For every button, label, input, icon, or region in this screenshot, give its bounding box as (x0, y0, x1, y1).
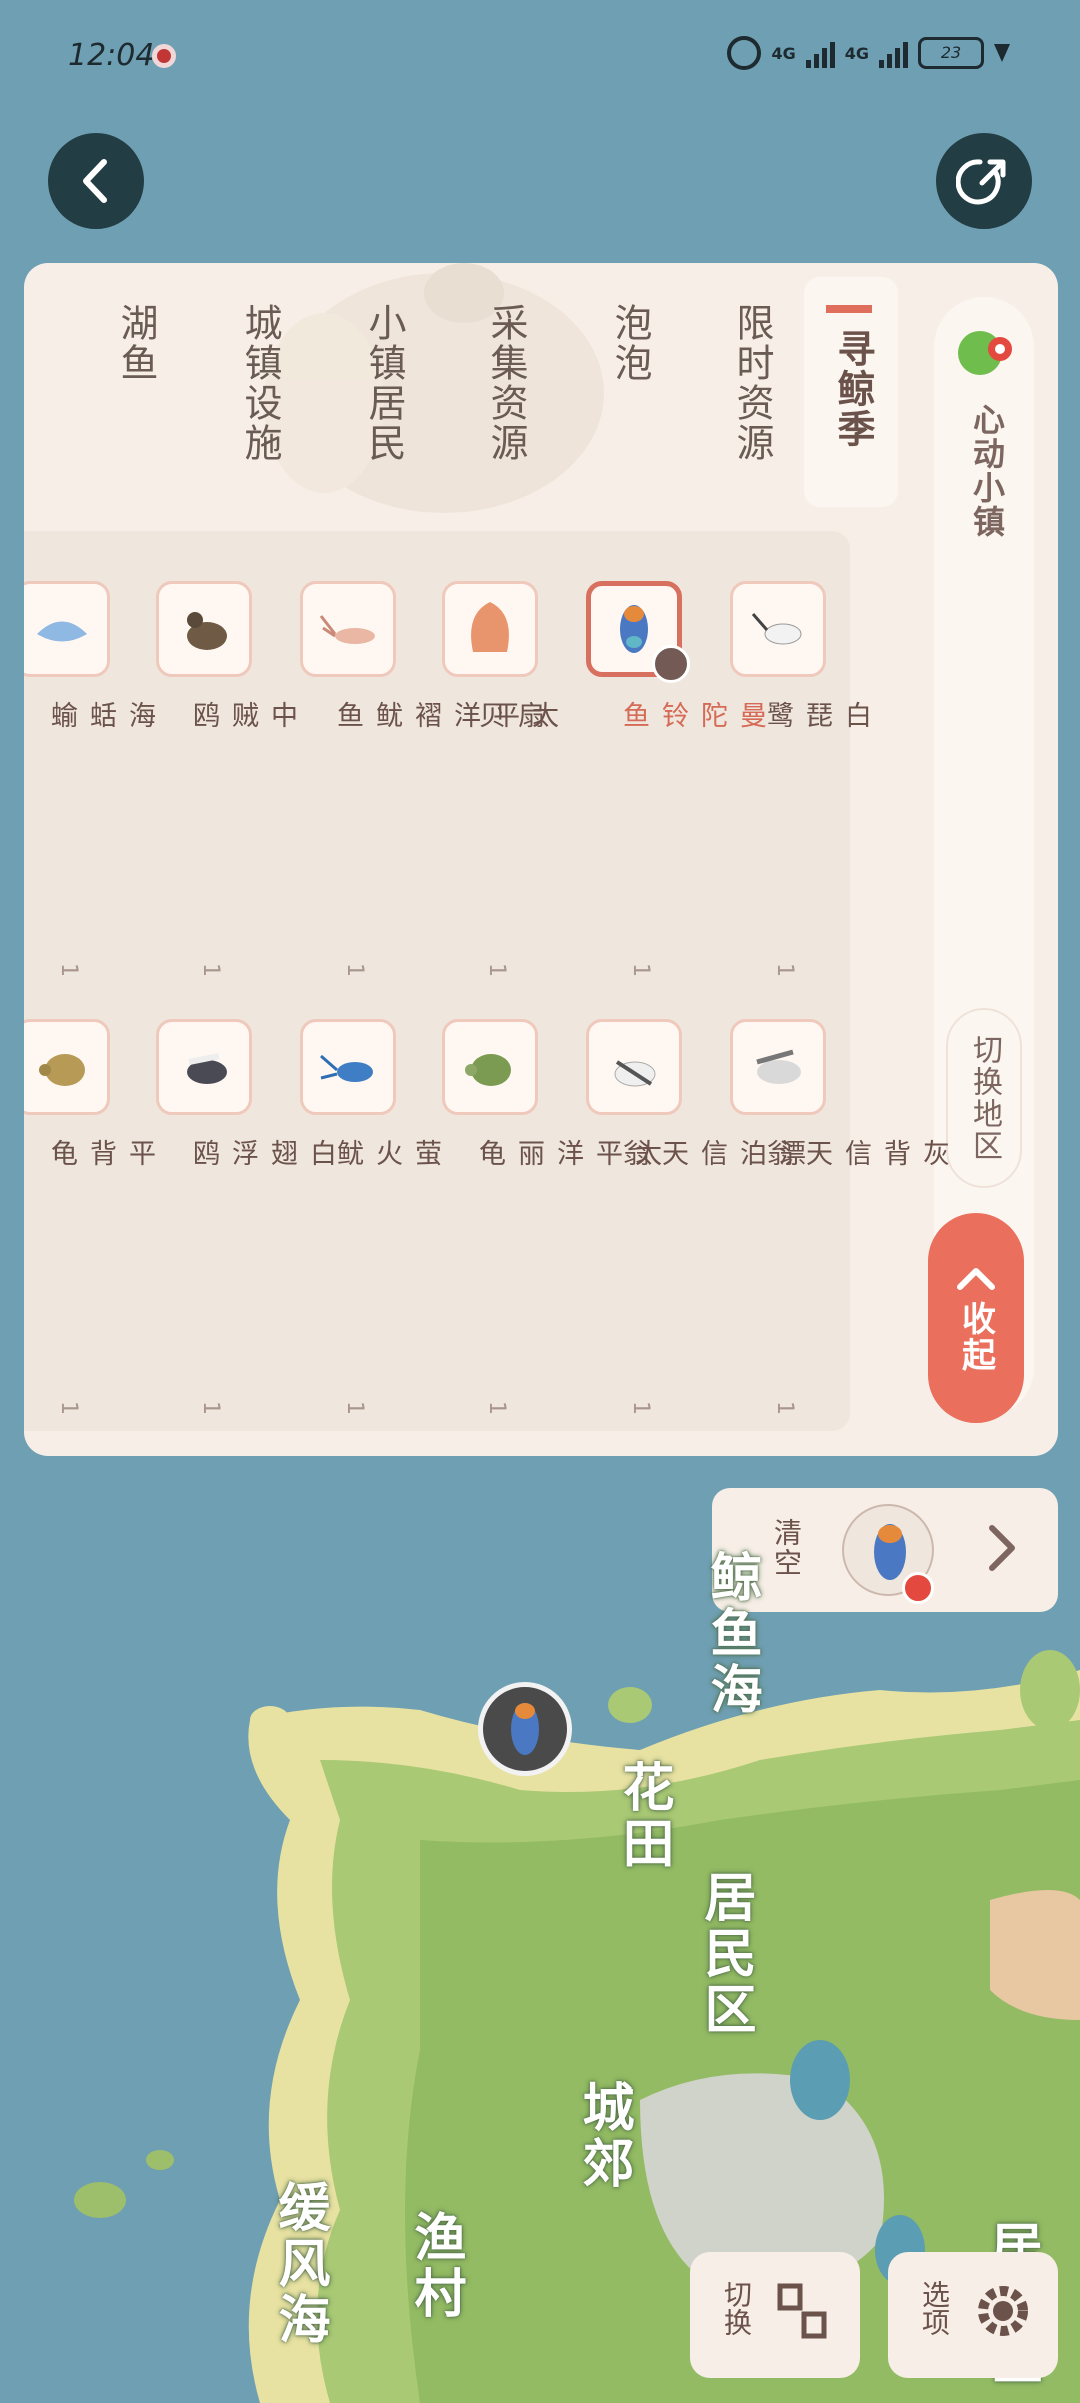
item-count: 1 (56, 1401, 81, 1417)
map-label-whale-sea: 鲸鱼海 (701, 1550, 761, 1718)
charging-icon (994, 44, 1010, 62)
category-tab-facilities[interactable]: 城镇设施 (208, 303, 288, 463)
options-button[interactable]: 选项 (888, 2252, 1058, 2378)
network-type-1: 4G (771, 43, 796, 63)
region-logo-icon (958, 331, 1012, 375)
category-label: 寻鲸季 (831, 329, 875, 449)
active-tab-indicator (826, 305, 872, 313)
clear-button[interactable]: 清空 (766, 1518, 806, 1578)
alert-badge-icon (902, 1572, 934, 1604)
chevron-left-icon (83, 159, 107, 203)
chevron-right-icon[interactable] (982, 1518, 1022, 1578)
chevron-up-icon (957, 1268, 995, 1290)
status-time: 12:04 (68, 38, 155, 73)
item-list: 白琵鹭 1 曼陀铃鱼 1 扇贝 1 太平洋褶鱿鱼 1 中贼鸥 1 海蛞蝓 1 灰… (24, 531, 949, 1431)
network-type-2: 4G (844, 43, 869, 63)
item-name: 海蛞蝓 (46, 701, 155, 730)
status-icons: 4G 4G 23 (727, 36, 1010, 70)
options-label: 选项 (918, 2280, 951, 2336)
switch-icon (777, 2283, 827, 2339)
flatback-turtle-thumbnail (24, 1019, 110, 1115)
item-count: 1 (56, 963, 81, 979)
map-marker-mandarinfish[interactable] (478, 1682, 572, 1776)
albatross-thumbnail (730, 1019, 826, 1115)
item-count: 1 (342, 963, 367, 979)
region-name: 心动小镇 (968, 403, 1006, 539)
export-icon (956, 159, 1006, 205)
item-count: 1 (628, 963, 653, 979)
map-label-residential: 居民区 (695, 1870, 755, 2038)
sea-slug-thumbnail (24, 581, 110, 677)
gear-icon (978, 2286, 1028, 2336)
item-count: 1 (198, 963, 223, 979)
item-count: 1 (342, 1401, 367, 1417)
item-name: 太平洋丽龟 (474, 1139, 661, 1168)
map-label-breeze-sea: 缓风海 (269, 2180, 329, 2348)
category-tab-gathering[interactable]: 采集资源 (454, 303, 534, 463)
item-name: 平背龟 (46, 1139, 155, 1168)
category-tab-limited[interactable]: 限时资源 (700, 303, 780, 463)
item-name: 曼陀铃鱼 (618, 701, 766, 730)
item-count: 1 (198, 1401, 223, 1417)
signal-icon (805, 38, 835, 68)
category-tab-bubbles[interactable]: 泡泡 (578, 303, 658, 383)
category-tab-whale-season[interactable]: 寻鲸季 (804, 277, 898, 507)
ridley-turtle-thumbnail (442, 1019, 538, 1115)
map-label-fishing-village: 渔村 (405, 2210, 465, 2322)
squid-thumbnail (300, 581, 396, 677)
check-icon (652, 645, 690, 683)
item-name: 白翅浮鸥 (188, 1139, 336, 1168)
scallop-thumbnail (442, 581, 538, 677)
switch-view-button[interactable]: 切换 (690, 2252, 860, 2378)
collapse-label: 收起 (955, 1301, 996, 1373)
notification-icon (152, 44, 176, 68)
item-count: 1 (484, 1401, 509, 1417)
status-bar: 12:04 4G 4G 23 (0, 0, 1080, 110)
item-name: 白琵鹭 (762, 701, 871, 730)
firefly-squid-thumbnail (300, 1019, 396, 1115)
category-tab-residents[interactable]: 小镇居民 (332, 303, 412, 463)
share-button[interactable] (936, 133, 1032, 229)
back-button[interactable] (48, 133, 144, 229)
switch-label: 切换 (720, 2280, 753, 2336)
item-name: 萤火鱿 (332, 1139, 441, 1168)
alarm-icon (727, 36, 762, 70)
item-count: 1 (772, 1401, 797, 1417)
tern-thumbnail (156, 1019, 252, 1115)
map-label-flower-field: 花田 (613, 1760, 673, 1872)
item-count: 1 (484, 963, 509, 979)
category-tab-lake-fish[interactable]: 湖鱼 (84, 303, 164, 383)
spoonbill-thumbnail (730, 581, 826, 677)
item-name: 太平洋褶鱿鱼 (332, 701, 558, 730)
collapse-button[interactable]: 收起 (928, 1213, 1024, 1423)
skua-thumbnail (156, 581, 252, 677)
signal-icon-2 (879, 38, 908, 68)
map-label-suburbs: 城郊 (573, 2080, 633, 2192)
item-count: 1 (628, 1401, 653, 1417)
battery-icon: 23 (918, 37, 984, 69)
switch-region-label: 切换地区 (967, 1034, 1002, 1162)
resource-panel: 寻鲸季 限时资源 泡泡 采集资源 小镇居民 城镇设施 湖鱼 心动小镇 切换地区 … (24, 263, 1058, 1456)
wandering-albatross-thumbnail (586, 1019, 682, 1115)
item-name: 中贼鸥 (188, 701, 297, 730)
item-count: 1 (772, 963, 797, 979)
switch-region-button[interactable]: 切换地区 (946, 1008, 1022, 1188)
